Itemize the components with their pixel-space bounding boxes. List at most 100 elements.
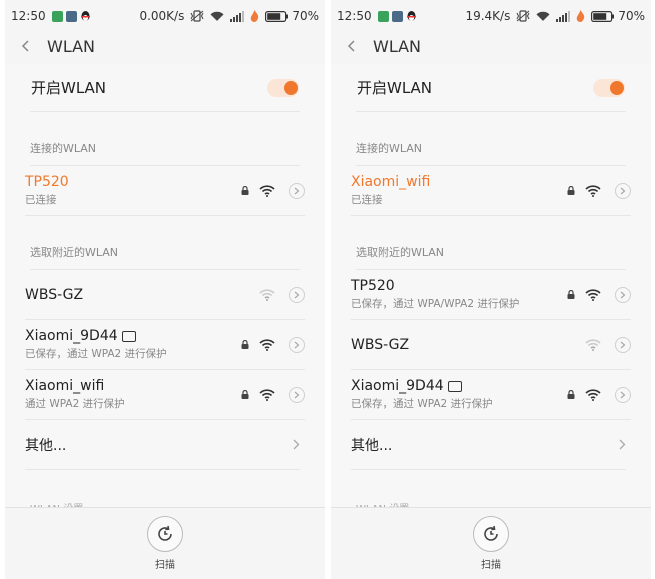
toggle-knob <box>610 80 624 95</box>
connected-network-row[interactable]: Xiaomi_wifi 已连接 <box>351 166 631 216</box>
wifi-icon <box>259 338 275 351</box>
chevron-right-icon <box>620 391 626 398</box>
page-title: WLAN <box>47 36 96 56</box>
other-network-row[interactable]: 其他... <box>351 420 626 470</box>
chevron-right-icon <box>294 391 300 398</box>
notification-icon <box>391 10 403 22</box>
chevron-right-icon <box>620 341 626 348</box>
page-title: WLAN <box>373 36 422 56</box>
settings-list: 开启WLAN 连接的WLAN TP520 已连接 选取附近的WLAN WBS-G… <box>5 64 325 515</box>
back-arrow-icon[interactable] <box>19 39 33 53</box>
wlan-toggle-label: 开启WLAN <box>357 79 433 97</box>
network-row[interactable]: WBS-GZ <box>351 320 631 370</box>
toggle-knob <box>284 80 298 95</box>
network-detail-button[interactable] <box>289 386 305 403</box>
back-arrow-icon[interactable] <box>345 39 359 53</box>
wlan-toggle-row[interactable]: 开启WLAN <box>356 64 626 112</box>
network-status: 已连接 <box>25 194 57 206</box>
network-status: 已连接 <box>351 194 383 206</box>
network-row[interactable]: Xiaomi_wifi 通过 WPA2 进行保护 <box>25 370 305 420</box>
settings-list: 开启WLAN 连接的WLAN Xiaomi_wifi 已连接 选取附近的WLAN… <box>331 64 651 515</box>
signal-icon <box>230 10 245 22</box>
network-status: 通过 WPA2 进行保护 <box>25 398 125 410</box>
vibrate-icon <box>190 10 204 22</box>
battery-percent: 70% <box>618 9 645 23</box>
network-detail-button[interactable] <box>615 286 631 303</box>
lock-icon <box>241 186 249 195</box>
wifi-icon <box>585 288 601 301</box>
scan-icon <box>484 525 498 541</box>
wlan-toggle-switch[interactable] <box>267 78 299 97</box>
network-detail-button[interactable] <box>289 286 305 303</box>
chevron-right-icon <box>294 187 300 194</box>
lock-icon <box>567 390 575 399</box>
network-name: WBS-GZ <box>25 286 84 303</box>
network-name: Xiaomi_wifi <box>351 174 431 190</box>
nearby-section-title: 选取附近的WLAN <box>30 216 300 270</box>
title-bar: WLAN <box>331 32 651 60</box>
scan-label: 扫描 <box>155 560 175 571</box>
flame-icon <box>251 10 259 22</box>
title-bar: WLAN <box>5 32 325 60</box>
network-detail-button[interactable] <box>615 336 631 353</box>
chevron-right-icon <box>294 341 300 348</box>
network-detail-button[interactable] <box>289 336 305 353</box>
network-name: WBS-GZ <box>351 336 410 353</box>
flame-icon <box>577 10 585 22</box>
status-time: 12:50 <box>337 9 372 23</box>
notification-icon <box>65 10 77 22</box>
network-name: TP520 <box>25 174 69 190</box>
chevron-right-icon <box>620 187 626 194</box>
phone-screen-right: 12:50 19.4K/s 70% WLAN 开启WLAN 连接的WLAN Xi… <box>331 0 651 579</box>
chevron-right-icon <box>619 439 626 450</box>
network-status: 已保存，通过 WPA/WPA2 进行保护 <box>351 298 520 310</box>
chevron-right-icon <box>294 291 300 298</box>
network-name: Xiaomi_wifi <box>25 378 105 394</box>
network-row[interactable]: WBS-GZ <box>25 270 305 320</box>
phone-screen-left: 12:50 0.00K/s 70% WLAN 开启WLAN 连接的WLAN TP… <box>5 0 325 579</box>
wlan-toggle-row[interactable]: 开启WLAN <box>30 64 300 112</box>
network-detail-button[interactable] <box>615 182 631 199</box>
scan-button[interactable] <box>147 516 183 552</box>
scan-icon <box>158 525 172 541</box>
wlan-toggle-switch[interactable] <box>593 78 625 97</box>
status-time: 12:50 <box>11 9 46 23</box>
network-name: Xiaomi_9D44 <box>351 378 444 394</box>
wlan-toggle-label: 开启WLAN <box>31 79 107 97</box>
vibrate-icon <box>516 10 530 22</box>
network-speed: 19.4K/s <box>465 9 511 23</box>
scan-label: 扫描 <box>481 560 501 571</box>
battery-icon <box>591 10 615 22</box>
wifi-icon <box>259 388 275 401</box>
chevron-right-icon <box>293 439 300 450</box>
network-row[interactable]: Xiaomi_9D44 已保存，通过 WPA2 进行保护 <box>25 320 305 370</box>
network-detail-button[interactable] <box>615 386 631 403</box>
chevron-right-icon <box>620 291 626 298</box>
network-detail-button[interactable] <box>289 182 305 199</box>
battery-icon <box>265 10 289 22</box>
status-bar: 12:50 19.4K/s 70% <box>331 0 651 32</box>
wifi-status-icon <box>536 11 550 21</box>
other-network-row[interactable]: 其他... <box>25 420 300 470</box>
lock-icon <box>567 186 575 195</box>
network-row[interactable]: TP520 已保存，通过 WPA/WPA2 进行保护 <box>351 270 631 320</box>
other-network-label: 其他... <box>25 437 67 454</box>
mi-router-icon <box>121 330 136 342</box>
mi-router-icon <box>447 380 462 392</box>
scan-button[interactable] <box>473 516 509 552</box>
notification-icon <box>377 10 389 22</box>
network-status: 已保存，通过 WPA2 进行保护 <box>351 398 493 410</box>
lock-icon <box>567 290 575 299</box>
status-bar: 12:50 0.00K/s 70% <box>5 0 325 32</box>
connected-section-title: 连接的WLAN <box>356 112 626 166</box>
network-row[interactable]: Xiaomi_9D44 已保存，通过 WPA2 进行保护 <box>351 370 631 420</box>
other-network-label: 其他... <box>351 437 393 454</box>
wifi-icon <box>585 184 601 197</box>
connected-network-row[interactable]: TP520 已连接 <box>25 166 305 216</box>
wifi-icon <box>259 184 275 197</box>
qq-icon <box>80 11 90 21</box>
wifi-icon <box>259 288 275 301</box>
network-speed: 0.00K/s <box>139 9 185 23</box>
connected-section-title: 连接的WLAN <box>30 112 300 166</box>
network-name: TP520 <box>351 278 395 294</box>
